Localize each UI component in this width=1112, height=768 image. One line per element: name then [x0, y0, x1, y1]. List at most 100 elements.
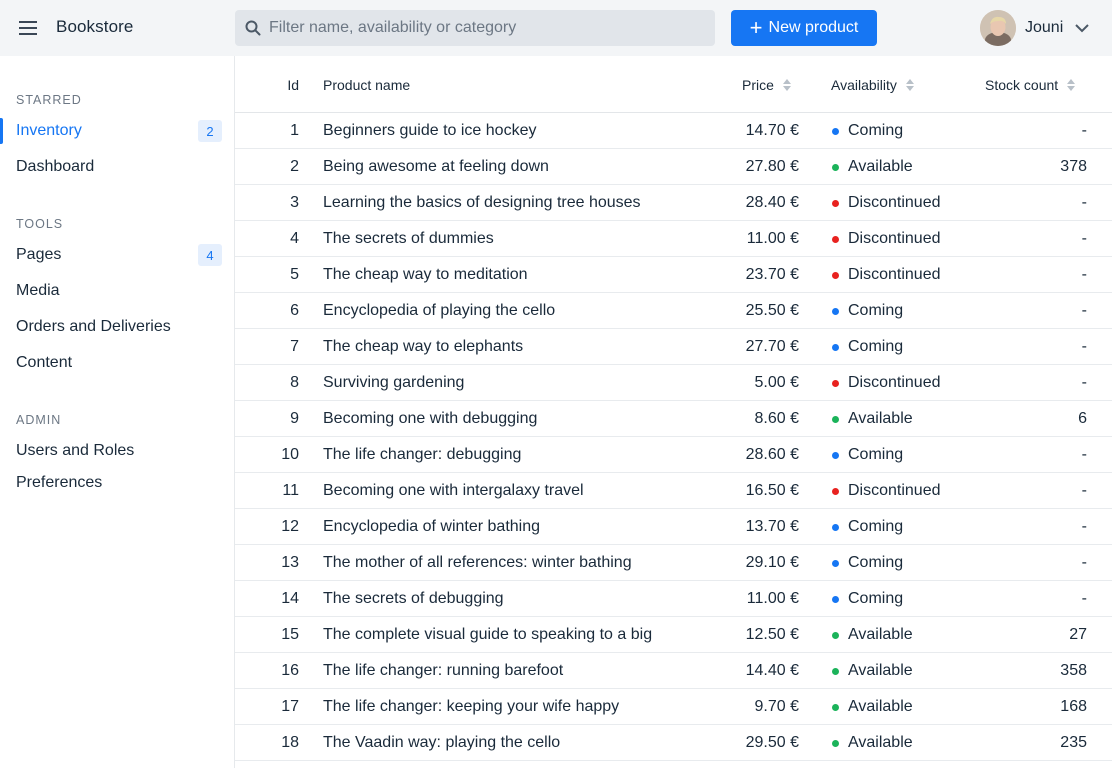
table-row[interactable]: 4 The secrets of dummies 11.00 € Discontinu… — [235, 221, 1112, 257]
sidebar-item-label: Media — [16, 282, 60, 299]
availability-label: Coming — [848, 590, 904, 607]
availability-label: Coming — [848, 518, 904, 535]
sidebar-item-label: Users and Roles — [16, 442, 135, 459]
cell-id: 10 — [281, 446, 299, 463]
availability-label: Coming — [848, 122, 904, 139]
table-row[interactable]: 16 The life changer: running barefoot 14.4… — [235, 653, 1112, 689]
user-menu[interactable]: Jouni — [980, 10, 1089, 46]
plus-icon: + — [749, 15, 763, 40]
sidebar-item-media[interactable]: Media — [0, 274, 234, 308]
top-bar: Bookstore + New product Jouni — [0, 0, 1112, 56]
new-product-button[interactable]: + New product — [731, 10, 877, 46]
sidebar-item-preferences[interactable]: Preferences — [0, 466, 234, 500]
table-row[interactable]: 3 Learning the basics of designing tree h… — [235, 185, 1112, 221]
table-row[interactable]: 17 The life changer: keeping your wife ha… — [235, 689, 1112, 725]
cell-stock-count: - — [1081, 338, 1087, 355]
table-row[interactable]: 15 The complete visual guide to speaking … — [235, 617, 1112, 653]
cell-product-name: The life changer: keeping your wife happ… — [323, 698, 620, 715]
sidebar-item-dashboard[interactable]: Dashboard — [0, 150, 234, 184]
status-dot-icon — [832, 127, 839, 135]
table-row[interactable]: 14 The secrets of debugging 11.00 € Coming - — [235, 581, 1112, 617]
sort-icon[interactable] — [1067, 79, 1076, 91]
column-header-stock[interactable]: Stock count — [985, 76, 1076, 94]
table-row[interactable]: 12 Encyclopedia of winter bathing 13.70 € C… — [235, 509, 1112, 545]
availability-label: Coming — [848, 446, 904, 463]
search-field[interactable] — [235, 10, 715, 46]
column-header-id: Id — [287, 76, 299, 94]
sidebar-item-label: Orders and Deliveries — [16, 318, 171, 335]
column-header-label: Product name — [323, 77, 411, 93]
table-row[interactable]: 6 Encyclopedia of playing the cello 25.50 … — [235, 293, 1112, 329]
menu-toggle-button[interactable] — [14, 14, 42, 42]
availability-label: Discontinued — [848, 374, 941, 391]
table-row[interactable]: 13 The mother of all references: winter b… — [235, 545, 1112, 581]
table-row[interactable]: 5 The cheap way to meditation 23.70 € Disco… — [235, 257, 1112, 293]
count-badge: 2 — [198, 120, 222, 142]
availability-label: Discontinued — [848, 482, 941, 499]
cell-price: 14.70 € — [745, 122, 799, 139]
table-row[interactable]: 2 Being awesome at feeling down 27.80 € Ava… — [235, 149, 1112, 185]
sidebar-item-users-and-roles[interactable]: Users and Roles — [0, 434, 234, 468]
cell-availability: Coming — [832, 338, 903, 356]
sidebar-item-label: Content — [16, 354, 73, 371]
table-row[interactable]: 10 The life changer: debugging 28.60 € Comi… — [235, 437, 1112, 473]
status-dot-icon — [832, 703, 839, 711]
cell-product-name: Becoming one with intergalaxy travel — [323, 482, 584, 499]
table-row[interactable]: 7 The cheap way to elephants 27.70 € Coming… — [235, 329, 1112, 365]
grid-header: Id Product name Price Availability Stock… — [235, 56, 1112, 113]
sidebar: Starred Inventory 2 Dashboard Tools Page… — [0, 56, 235, 768]
cell-stock-count: 168 — [1060, 698, 1087, 715]
cell-product-name: Learning the basics of designing tree ho… — [323, 194, 641, 211]
cell-product-name: Beginners guide to ice hockey — [323, 122, 537, 139]
cell-product-name: The cheap way to meditation — [323, 266, 528, 283]
sort-icon[interactable] — [905, 79, 914, 91]
cell-product-name: The mother of all references: winter bat… — [323, 554, 632, 571]
cell-product-name: The life changer: debugging — [323, 446, 522, 463]
table-row[interactable]: 8 Surviving gardening 5.00 € Discontinued - — [235, 365, 1112, 401]
sidebar-item-inventory[interactable]: Inventory 2 — [0, 114, 234, 148]
cell-stock-count: 235 — [1060, 734, 1087, 751]
cell-stock-count: 358 — [1060, 662, 1087, 679]
cell-product-name: The complete visual guide to speaking to… — [323, 626, 653, 643]
sidebar-item-orders-and-deliveries[interactable]: Orders and Deliveries — [0, 310, 234, 344]
cell-id: 13 — [281, 554, 299, 571]
search-input[interactable] — [269, 19, 699, 37]
cell-id: 15 — [281, 626, 299, 643]
chevron-down-icon — [1075, 23, 1089, 32]
availability-label: Discontinued — [848, 230, 941, 247]
cell-availability: Coming — [832, 590, 903, 608]
cell-availability: Available — [832, 698, 913, 716]
table-row[interactable]: 11 Becoming one with intergalaxy travel 16… — [235, 473, 1112, 509]
column-header-availability[interactable]: Availability — [831, 76, 914, 94]
cell-price: 12.50 € — [745, 626, 799, 643]
cell-id: 4 — [290, 230, 299, 247]
app-title: Bookstore — [56, 17, 134, 36]
cell-price: 11.00 € — [746, 230, 799, 247]
sidebar-item-content[interactable]: Content — [0, 346, 234, 380]
cell-price: 11.00 € — [746, 590, 799, 607]
sort-icon[interactable] — [782, 79, 791, 91]
cell-availability: Available — [832, 734, 913, 752]
cell-id: 11 — [282, 482, 299, 499]
availability-label: Available — [848, 626, 913, 643]
sidebar-item-pages[interactable]: Pages 4 — [0, 238, 234, 272]
sidebar-section-title-starred: Starred — [16, 93, 82, 107]
cell-product-name: The Vaadin way: playing the cello — [323, 734, 561, 751]
table-row[interactable]: 18 The Vaadin way: playing the cello 29.50… — [235, 725, 1112, 761]
cell-price: 9.70 € — [754, 698, 799, 715]
availability-label: Available — [848, 158, 913, 175]
sidebar-item-label: Pages — [16, 246, 62, 263]
column-header-label: Price — [742, 77, 774, 93]
table-row[interactable]: 9 Becoming one with debugging 8.60 € Availa… — [235, 401, 1112, 437]
cell-availability: Available — [832, 410, 913, 428]
status-dot-icon — [832, 739, 839, 747]
table-row[interactable]: 1 Beginners guide to ice hockey 14.70 € Com… — [235, 113, 1112, 149]
cell-availability: Available — [832, 626, 913, 644]
column-header-label: Stock count — [985, 77, 1059, 93]
status-dot-icon — [832, 415, 839, 423]
availability-label: Coming — [848, 302, 904, 319]
status-dot-icon — [832, 451, 839, 459]
column-header-price[interactable]: Price — [742, 76, 791, 94]
cell-product-name: The secrets of dummies — [323, 230, 494, 247]
availability-label: Discontinued — [848, 194, 941, 211]
